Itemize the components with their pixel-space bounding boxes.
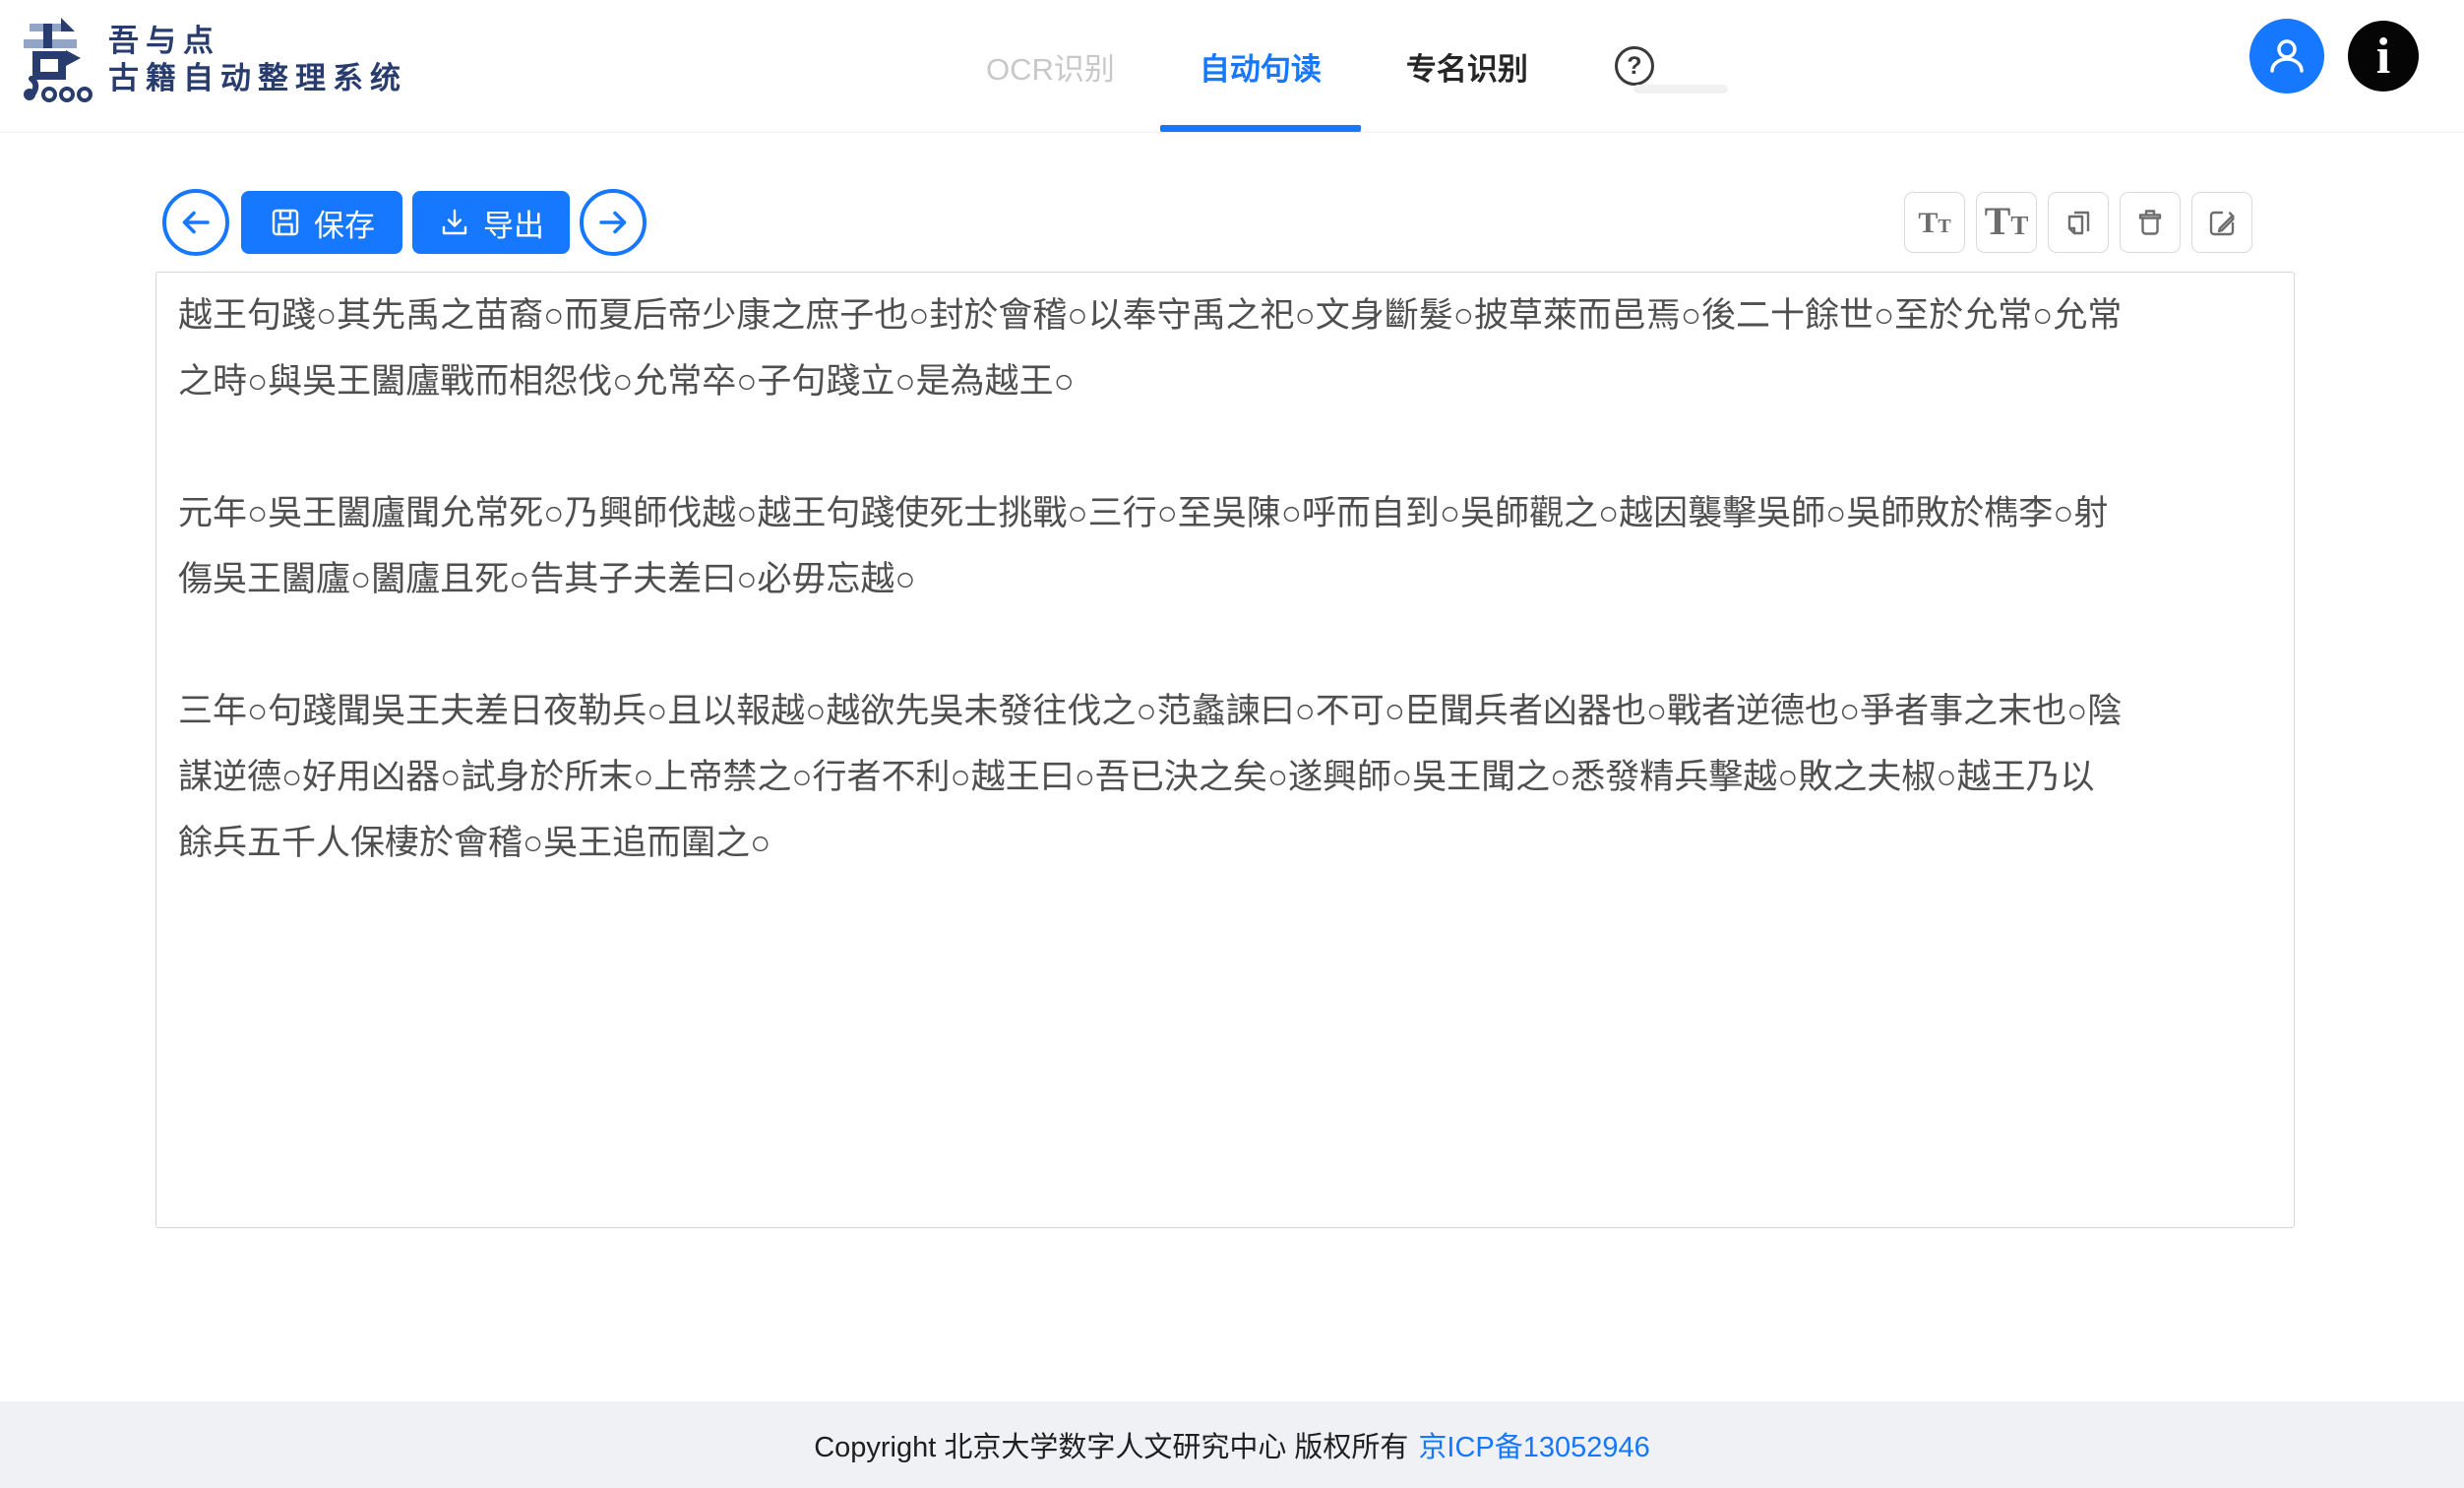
text-line: 餘兵五千人保棲於會稽○吳王追而圍之○ bbox=[178, 810, 2272, 876]
tab-named-entity[interactable]: 专名识别 bbox=[1367, 0, 1568, 132]
text-line: 謀逆德○好用凶器○試身於所末○上帝禁之○行者不利○越王曰○吾已決之矣○遂興師○吳… bbox=[178, 744, 2272, 810]
logo-icon bbox=[22, 18, 92, 102]
tab-scrollbar bbox=[1633, 85, 1728, 93]
edit-button[interactable] bbox=[2191, 192, 2252, 253]
tab-ocr[interactable]: OCR识别 bbox=[947, 0, 1154, 132]
question-circle-icon: ? bbox=[1615, 46, 1654, 86]
copy-button[interactable] bbox=[2048, 192, 2109, 253]
text-line: 之時○與吳王闔廬戰而相怨伐○允常卒○子句踐立○是為越王○ bbox=[178, 348, 2272, 414]
header: 吾与点 古籍自动整理系统 OCR识别 自动句读 专名识别 ? i bbox=[0, 0, 2464, 133]
app-title: 吾与点 古籍自动整理系统 bbox=[108, 23, 407, 97]
save-button[interactable]: 保存 bbox=[241, 191, 402, 254]
paragraph: 元年○吳王闔廬聞允常死○乃興師伐越○越王句踐使死士挑戰○三行○至吳陳○呼而自到○… bbox=[178, 480, 2272, 612]
copyright-text: Copyright 北京大学数字人文研究中心 版权所有 bbox=[814, 1424, 1408, 1465]
forward-button[interactable] bbox=[580, 189, 647, 256]
text-editor[interactable]: 越王句踐○其先禹之苗裔○而夏后帝少康之庶子也○封於會稽○以奉守禹之祀○文身斷髮○… bbox=[156, 273, 2294, 952]
help-button[interactable]: ? bbox=[1573, 0, 1695, 132]
nav-tabs: OCR识别 自动句读 专名识别 ? bbox=[947, 0, 1695, 132]
save-icon bbox=[269, 206, 302, 239]
text-line: 越王句踐○其先禹之苗裔○而夏后帝少康之庶子也○封於會稽○以奉守禹之祀○文身斷髮○… bbox=[178, 282, 2272, 348]
logo: 吾与点 古籍自动整理系统 bbox=[22, 18, 407, 102]
paragraph: 越王句踐○其先禹之苗裔○而夏后帝少康之庶子也○封於會稽○以奉守禹之祀○文身斷髮○… bbox=[178, 282, 2272, 414]
export-button[interactable]: 导出 bbox=[412, 191, 570, 254]
header-actions: i bbox=[2249, 19, 2419, 93]
font-increase-button[interactable]: TT bbox=[1976, 192, 2037, 253]
footer: Copyright 北京大学数字人文研究中心 版权所有 京ICP备1305294… bbox=[0, 1401, 2464, 1488]
font-increase-icon: TT bbox=[1985, 202, 2029, 252]
icp-link[interactable]: 京ICP备13052946 bbox=[1418, 1424, 1649, 1465]
app-title-line2: 古籍自动整理系统 bbox=[108, 60, 407, 97]
text-line: 三年○句踐聞吳王夫差日夜勒兵○且以報越○越欲先吳未發往伐之○范蠡諫曰○不可○臣聞… bbox=[178, 678, 2272, 744]
text-panel: 越王句踐○其先禹之苗裔○而夏后帝少康之庶子也○封於會稽○以奉守禹之祀○文身斷髮○… bbox=[155, 272, 2295, 1228]
text-line: 傷吳王闔廬○闔廬且死○告其子夫差曰○必毋忘越○ bbox=[178, 546, 2272, 612]
edit-icon bbox=[2204, 205, 2240, 240]
trash-icon bbox=[2132, 205, 2168, 240]
font-decrease-icon: TT bbox=[1918, 209, 1950, 252]
text-line: 元年○吳王闔廬聞允常死○乃興師伐越○越王句踐使死士挑戰○三行○至吳陳○呼而自到○… bbox=[178, 480, 2272, 546]
arrow-right-icon bbox=[594, 204, 632, 241]
arrow-left-icon bbox=[177, 204, 215, 241]
delete-button[interactable] bbox=[2120, 192, 2181, 253]
font-decrease-button[interactable]: TT bbox=[1904, 192, 1965, 253]
info-icon[interactable]: i bbox=[2348, 21, 2419, 92]
person-icon bbox=[2264, 33, 2310, 79]
paragraph: 三年○句踐聞吳王夫差日夜勒兵○且以報越○越欲先吳未發往伐之○范蠡諫曰○不可○臣聞… bbox=[178, 678, 2272, 876]
app-root: 吾与点 古籍自动整理系统 OCR识别 自动句读 专名识别 ? i bbox=[0, 0, 2464, 1488]
copy-icon bbox=[2061, 205, 2096, 240]
tab-auto-punctuation[interactable]: 自动句读 bbox=[1160, 0, 1361, 132]
back-button[interactable] bbox=[162, 189, 229, 256]
app-title-line1: 吾与点 bbox=[108, 23, 407, 60]
export-icon bbox=[438, 206, 471, 239]
user-avatar[interactable] bbox=[2249, 19, 2324, 93]
save-button-label: 保存 bbox=[314, 201, 375, 245]
export-button-label: 导出 bbox=[483, 201, 544, 245]
